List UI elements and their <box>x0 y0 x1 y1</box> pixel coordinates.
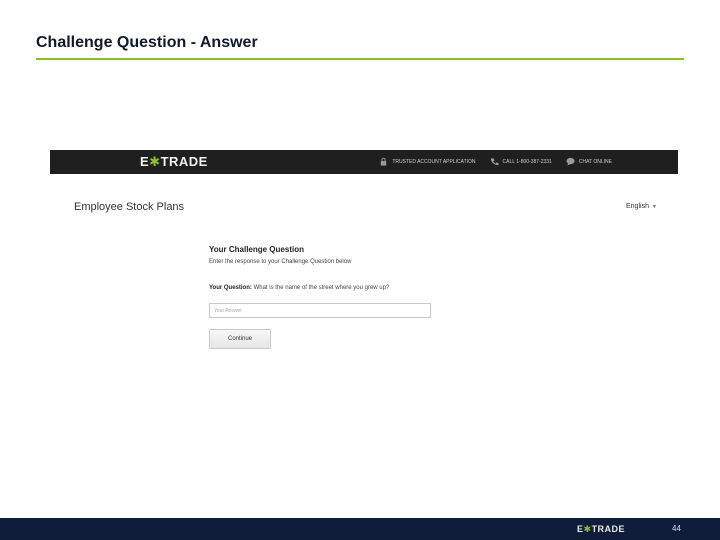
header-link-label: Trusted account application <box>392 158 476 165</box>
embedded-screenshot: E✱TRADE Trusted account application Call… <box>50 150 678 370</box>
logo-word: TRADE <box>160 154 208 169</box>
challenge-form: Your Challenge Question Enter the respon… <box>209 245 439 349</box>
footer-logo-word: TRADE <box>591 524 626 534</box>
lock-icon <box>381 157 387 166</box>
chevron-down-icon: ▼ <box>651 203 657 210</box>
chat-icon <box>566 157 575 166</box>
header-link-chat[interactable]: Chat online <box>566 157 612 166</box>
question-line: Your Question: What is the name of the s… <box>209 285 439 291</box>
header-link-trusted-app[interactable]: Trusted account application <box>379 157 476 166</box>
phone-icon <box>490 158 499 166</box>
slide-title: Challenge Question - Answer <box>36 34 258 51</box>
page-title: Employee Stock Plans <box>74 201 185 213</box>
answer-input[interactable] <box>209 303 431 318</box>
footer-logo-plus-icon: ✱ <box>583 524 592 534</box>
footer-logo: E✱TRADE <box>577 524 625 535</box>
language-label: English <box>626 203 649 210</box>
question-text: What is the name of the street where you… <box>253 285 390 291</box>
etrade-logo[interactable]: E✱TRADE <box>140 154 208 170</box>
form-heading: Your Challenge Question <box>209 245 304 254</box>
site-header: E✱TRADE Trusted account application Call… <box>50 150 678 174</box>
continue-button[interactable]: Continue <box>209 329 271 349</box>
logo-plus-icon: ✱ <box>149 154 161 169</box>
header-link-label: Chat online <box>578 158 612 165</box>
page-number: 44 <box>672 524 681 533</box>
header-links: Trusted account application Call 1-800-3… <box>379 157 612 166</box>
question-label: Your Question: <box>209 285 252 291</box>
logo-letter: E <box>140 154 150 169</box>
language-select[interactable]: English ▼ <box>626 203 657 210</box>
slide-footer: E✱TRADE 44 <box>0 518 720 540</box>
title-divider <box>36 58 684 60</box>
header-link-label: Call 1-800-387-2331 <box>502 158 552 165</box>
form-instruction: Enter the response to your Challenge Que… <box>209 259 352 265</box>
header-link-call[interactable]: Call 1-800-387-2331 <box>490 157 552 166</box>
